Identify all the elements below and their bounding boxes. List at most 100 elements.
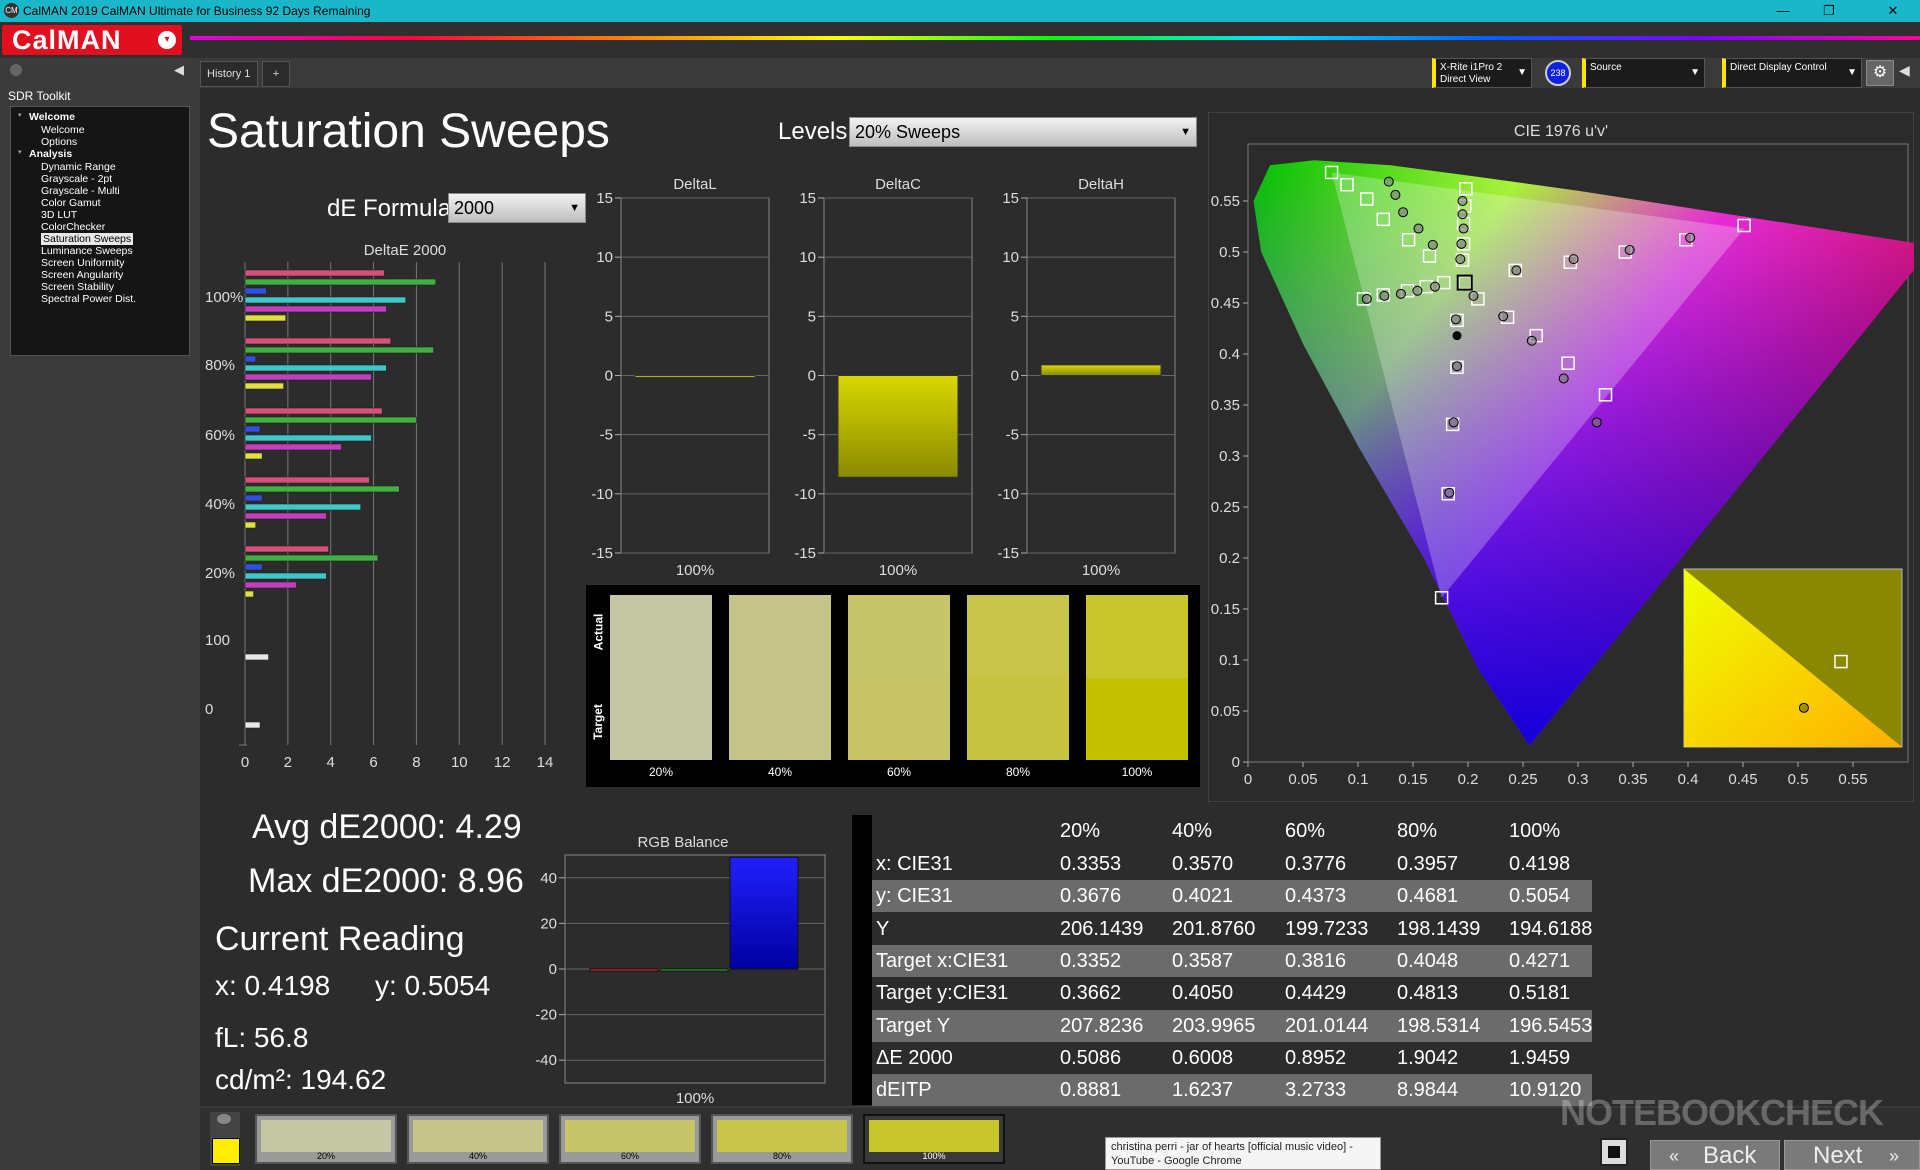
levels-select[interactable]: 20% Sweeps ▼	[849, 117, 1197, 147]
target-swatch	[729, 677, 831, 760]
swatch[interactable]	[1086, 595, 1188, 760]
cie-chart: CIE 1976 u'v' 0 0.05 0.1 0.15 0.2 0.25 0.3 0.35 0…	[1208, 112, 1914, 802]
nav-item[interactable]: Welcome	[41, 124, 85, 136]
nav-item[interactable]: Saturation Sweeps	[41, 233, 134, 245]
delta-lch-charts: DeltaL 15 10 5 0 -5 -10 -15 100% DeltaC 15 10 5 0 -5 -1…	[591, 176, 1176, 579]
nav-item[interactable]: Grayscale - Multi	[41, 185, 120, 197]
row-label: Target Y	[876, 1014, 951, 1037]
y-tick-label: 0.2	[1219, 550, 1240, 567]
de-formula-select[interactable]: 2000 ▼	[448, 193, 586, 223]
window-title: CalMAN 2019 CalMAN Ultimate for Business…	[23, 4, 371, 18]
minimize-button[interactable]: —	[1760, 0, 1806, 22]
rgb-bar	[729, 856, 799, 970]
chevron-down-icon: ▼	[1690, 67, 1700, 78]
x-tick-label: 0.4	[1678, 771, 1699, 788]
swatch-label: 100%	[922, 1151, 946, 1161]
table-cell: 0.5181	[1509, 982, 1571, 1005]
back-button[interactable]: « Back	[1650, 1140, 1780, 1170]
nav-item[interactable]: Grayscale - 2pt	[41, 173, 112, 185]
y-tick-label: 5	[605, 308, 613, 325]
swatch-label: 40%	[767, 765, 793, 779]
y-tick-label: 0	[1011, 368, 1019, 385]
deltae-bar	[244, 373, 372, 381]
next-button[interactable]: Next »	[1784, 1140, 1920, 1170]
table-cell: 0.3570	[1172, 853, 1234, 875]
expand-arrow-icon[interactable]: ▾	[18, 111, 22, 119]
deltae-bar	[244, 563, 263, 571]
nav-item[interactable]: Luminance Sweeps	[41, 245, 133, 257]
nav-item[interactable]: Dynamic Range	[41, 161, 116, 173]
delta-bar	[837, 375, 959, 478]
x-tick-label: 0.55	[1838, 771, 1867, 788]
nav-item[interactable]: Screen Stability	[41, 281, 114, 293]
back-arrow-icon: «	[1669, 1146, 1680, 1166]
swatch[interactable]	[848, 595, 950, 760]
table-cell: 1.9459	[1509, 1046, 1571, 1069]
restore-button[interactable]: ❐	[1806, 0, 1852, 22]
current-reading-title: Current Reading	[215, 920, 465, 958]
deltae-bar	[244, 314, 287, 322]
deltae-bar	[244, 287, 267, 295]
tab-history-1[interactable]: History 1	[200, 61, 258, 87]
delta-bar	[634, 375, 756, 378]
table-cell: 207.8236	[1060, 1014, 1144, 1037]
y-tick-label: 40%	[205, 496, 235, 513]
nav-item[interactable]: Spectral Power Dist.	[41, 293, 136, 305]
table-cell: 0.8952	[1285, 1046, 1347, 1069]
expand-arrow-icon[interactable]: ▾	[18, 148, 22, 156]
y-tick-label: 10	[1002, 249, 1019, 266]
panel-pin-icon[interactable]	[10, 64, 22, 76]
collapse-panel-icon[interactable]: ◀	[174, 62, 184, 78]
nav-item[interactable]: ColorChecker	[41, 221, 105, 233]
y-tick-label: 0	[1232, 754, 1240, 771]
display-selector[interactable]: Direct Display Control ▼	[1722, 58, 1862, 88]
y-tick-label: 0.45	[1211, 295, 1240, 312]
close-button[interactable]: ✕	[1870, 0, 1916, 22]
measured-marker	[1498, 311, 1509, 322]
nav-item[interactable]: Screen Uniformity	[41, 257, 124, 269]
rgb-bar	[659, 968, 729, 972]
nav-item[interactable]: Screen Angularity	[41, 269, 123, 281]
y-tick-label: 20	[540, 915, 557, 932]
meter-icon	[217, 1114, 231, 1124]
swatch[interactable]	[967, 595, 1069, 760]
swatch[interactable]	[610, 595, 712, 760]
swatch-label: 20%	[648, 765, 674, 779]
meter-badge[interactable]: 238	[1545, 60, 1571, 86]
column-header: 40%	[1172, 820, 1213, 842]
bottom-swatch[interactable]: 100%	[863, 1114, 1005, 1164]
bottom-swatch[interactable]: 40%	[407, 1114, 549, 1164]
measured-marker	[1450, 314, 1461, 325]
table-row: Target x:CIE31 0.3352 0.3587 0.3816 0.4048 0.…	[872, 944, 1592, 977]
bottom-swatch[interactable]: 60%	[559, 1114, 701, 1164]
y-tick-label: 0.1	[1219, 652, 1240, 669]
settings-gear-icon[interactable]: ⚙	[1866, 60, 1894, 86]
row-label: dEITP	[876, 1079, 932, 1102]
table-cell: 0.4271	[1509, 949, 1571, 972]
delta-chart-title: DeltaC	[875, 176, 921, 193]
delta-bar	[1040, 364, 1162, 377]
source-name: Source	[1590, 62, 1622, 73]
meter-selector[interactable]: X-Rite i1Pro 2 Direct View ▼	[1432, 58, 1532, 88]
nav-item[interactable]: Analysis	[29, 148, 72, 160]
table-cell: 0.4429	[1285, 982, 1347, 1005]
measured-marker	[1568, 254, 1579, 265]
collapse-right-icon[interactable]: ◀	[1899, 62, 1910, 79]
add-tab-button[interactable]: +	[262, 61, 290, 87]
nav-item[interactable]: Color Gamut	[41, 197, 101, 209]
source-selector[interactable]: Source ▼	[1582, 58, 1705, 88]
stop-button[interactable]	[1600, 1138, 1628, 1166]
table-row: Y 206.1439 201.8760 199.7233 198.1439 194.618…	[872, 912, 1592, 945]
x-tick-label: 4	[327, 754, 335, 771]
y-tick-label: -10	[997, 486, 1019, 503]
table-row: Target Y 207.8236 203.9965 201.0144 198.5314…	[872, 1009, 1592, 1042]
bottom-swatch[interactable]: 20%	[255, 1114, 397, 1164]
swatch[interactable]	[729, 595, 831, 760]
bottom-swatch[interactable]: 80%	[711, 1114, 853, 1164]
nav-item[interactable]: 3D LUT	[41, 209, 77, 221]
deltae-bar	[244, 337, 392, 345]
calman-logo-button[interactable]: CalMAN ▾	[2, 25, 182, 55]
nav-item[interactable]: Welcome	[29, 111, 75, 123]
current-x: x: 0.4198	[215, 970, 331, 1001]
nav-item[interactable]: Options	[41, 136, 77, 148]
